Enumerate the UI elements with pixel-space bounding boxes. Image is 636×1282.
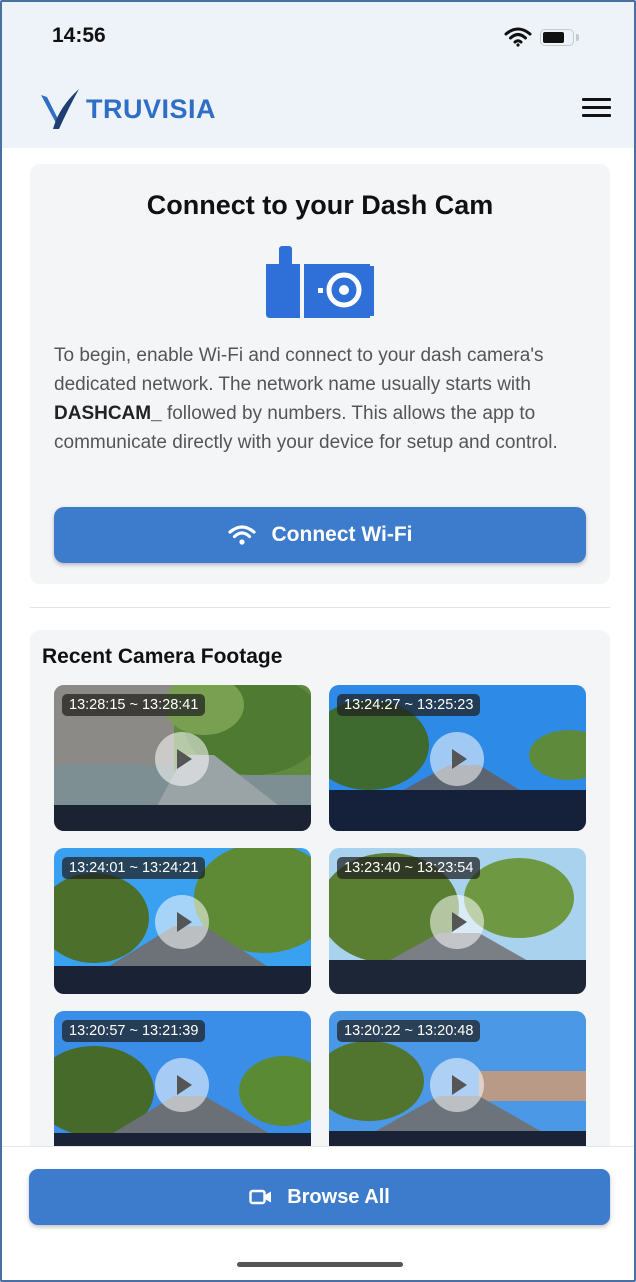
dashcam-icon: [266, 246, 374, 318]
footage-card: Recent Camera Footage 13:28:15 ~ 13:28:4…: [30, 630, 610, 1170]
battery-icon: [540, 29, 574, 46]
home-indicator: [237, 1262, 403, 1267]
wifi-icon: [227, 525, 256, 545]
app-screen: 14:56 TRUVISIA Connect to your Dash Cam: [0, 0, 636, 1282]
play-icon: [155, 895, 209, 949]
clip-time: 13:24:27 ~ 13:25:23: [337, 694, 481, 716]
footage-thumbnail[interactable]: 13:28:15 ~ 13:28:41: [54, 685, 311, 831]
footage-title: Recent Camera Footage: [42, 645, 283, 668]
clip-time: 13:20:57 ~ 13:21:39: [62, 1020, 206, 1042]
footage-thumbnail[interactable]: 13:23:40 ~ 13:23:54: [329, 848, 586, 994]
brand-logo-text: TRUVISIA: [86, 94, 217, 124]
play-icon: [155, 732, 209, 786]
top-bar: 14:56 TRUVISIA: [2, 2, 634, 148]
connect-card: Connect to your Dash Cam To begin, enabl…: [30, 164, 610, 584]
play-icon: [430, 1058, 484, 1112]
clip-time: 13:20:22 ~ 13:20:48: [337, 1020, 481, 1042]
play-icon: [155, 1058, 209, 1112]
video-camera-icon: [249, 1189, 272, 1205]
divider: [30, 607, 610, 608]
play-icon: [430, 732, 484, 786]
connect-wifi-label: Connect Wi-Fi: [271, 523, 413, 546]
connect-wifi-button[interactable]: Connect Wi-Fi: [54, 507, 586, 563]
footage-thumbnail[interactable]: 13:20:57 ~ 13:21:39: [54, 1011, 311, 1157]
desc-text-1: To begin, enable Wi-Fi and connect to yo…: [54, 345, 544, 395]
logo-icon: [41, 89, 79, 129]
browse-all-label: Browse All: [287, 1185, 390, 1208]
footage-thumbnail[interactable]: 13:20:22 ~ 13:20:48: [329, 1011, 586, 1157]
bottom-bar: Browse All: [2, 1146, 634, 1280]
footage-thumbnail[interactable]: 13:24:27 ~ 13:25:23: [329, 685, 586, 831]
footage-thumbnail[interactable]: 13:24:01 ~ 13:24:21: [54, 848, 311, 994]
clip-time: 13:23:40 ~ 13:23:54: [337, 857, 481, 879]
hamburger-menu-icon[interactable]: [582, 98, 611, 118]
desc-network-name: DASHCAM_: [54, 403, 162, 424]
browse-all-button[interactable]: Browse All: [29, 1169, 610, 1225]
clip-time: 13:28:15 ~ 13:28:41: [62, 694, 206, 716]
status-time: 14:56: [52, 24, 106, 47]
clip-time: 13:24:01 ~ 13:24:21: [62, 857, 206, 879]
connect-description: To begin, enable Wi-Fi and connect to yo…: [54, 341, 594, 457]
play-icon: [430, 895, 484, 949]
wifi-status-icon: [504, 27, 532, 47]
battery-cap: [576, 34, 579, 41]
connect-title: Connect to your Dash Cam: [146, 190, 494, 220]
